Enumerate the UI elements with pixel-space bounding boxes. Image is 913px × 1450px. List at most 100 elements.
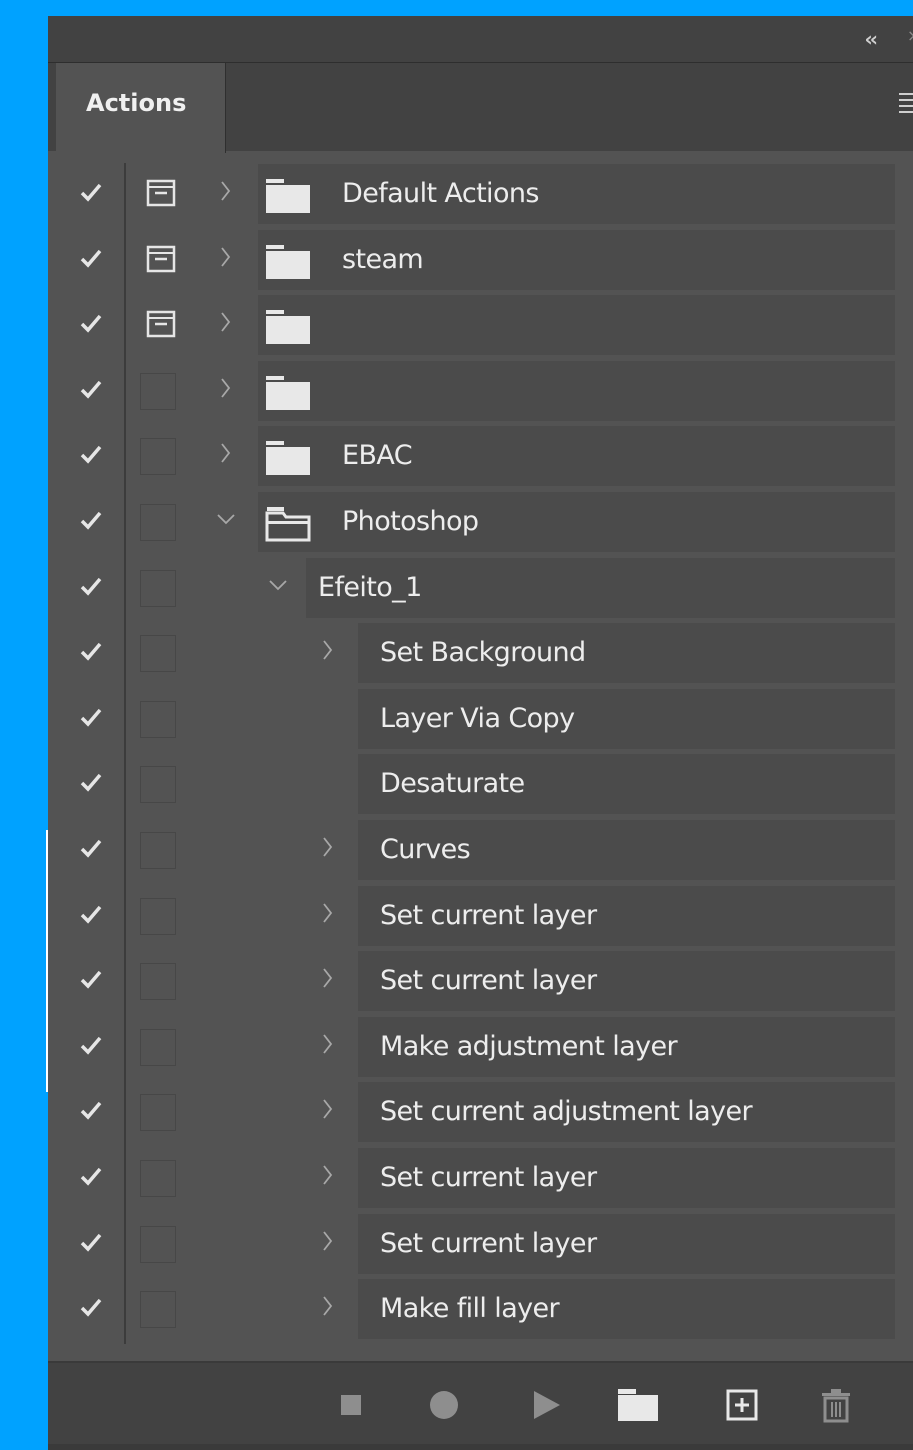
chevron-down-icon[interactable] [268,573,288,597]
toggle-checkmark-icon[interactable] [80,378,102,400]
toggle-checkmark-icon[interactable] [80,1231,102,1253]
chevron-right-icon[interactable] [318,1163,338,1187]
action-set-row[interactable] [48,294,913,360]
delete-icon[interactable] [818,1387,854,1423]
command-row[interactable]: Desaturate [48,753,913,819]
action-set-row[interactable]: Photoshop [48,490,913,557]
close-panel-icon[interactable]: × [907,26,913,50]
command-row[interactable]: Set current layer [48,884,913,951]
chevron-right-icon[interactable] [318,966,338,990]
dialog-toggle-empty[interactable] [140,635,176,673]
action-set-row[interactable]: EBAC [48,425,913,491]
new-set-folder-icon[interactable] [616,1387,660,1423]
dialog-toggle-icon[interactable] [146,178,176,208]
row-label: Set current layer [380,965,597,997]
chevron-right-icon[interactable] [318,901,338,925]
toggle-checkmark-icon[interactable] [80,1034,102,1056]
row-label: Set Background [380,637,586,669]
dialog-toggle-empty[interactable] [140,766,176,804]
row-label: Layer Via Copy [380,702,575,734]
toggle-checkmark-icon[interactable] [80,837,102,859]
command-row[interactable]: Set current layer [48,1146,913,1213]
dialog-toggle-empty[interactable] [140,963,176,1001]
dialog-toggle-column [128,819,188,885]
dialog-toggle-empty[interactable] [140,1225,176,1263]
chevron-right-icon[interactable] [216,441,236,465]
chevron-right-icon[interactable] [216,376,236,400]
dialog-toggle-empty[interactable] [140,897,176,935]
chevron-right-icon[interactable] [216,310,236,334]
toggle-checkmark-icon[interactable] [80,312,102,334]
toggle-column [56,490,126,557]
toggle-checkmark-icon[interactable] [80,181,102,203]
dialog-toggle-column [128,491,188,557]
play-icon[interactable] [528,1387,564,1423]
action-set-row[interactable]: Default Actions [48,163,913,229]
chevron-right-icon[interactable] [216,245,236,269]
collapse-panel-icon[interactable]: ‹‹ [865,27,879,51]
folder-icon [266,375,310,410]
toggle-column [56,425,126,491]
action-set-row[interactable]: steam [48,228,913,295]
chevron-right-icon[interactable] [318,835,338,859]
row-label: EBAC [342,440,413,472]
toggle-checkmark-icon[interactable] [80,443,102,465]
dialog-toggle-icon[interactable] [146,309,176,339]
tab-actions[interactable]: Actions [56,63,226,153]
toggle-checkmark-icon[interactable] [80,247,102,269]
command-row[interactable]: Set Background [48,622,913,688]
command-row[interactable]: Make adjustment layer [48,1015,913,1082]
chevron-right-icon[interactable] [318,1294,338,1318]
command-row[interactable]: Layer Via Copy [48,687,913,754]
dialog-toggle-empty[interactable] [140,700,176,738]
panel-menu-icon[interactable] [899,93,913,115]
command-row[interactable]: Curves [48,818,913,885]
toggle-checkmark-icon[interactable] [80,509,102,531]
record-icon[interactable] [426,1387,462,1423]
chevron-right-icon[interactable] [216,179,236,203]
command-row[interactable]: Set current layer [48,950,913,1016]
action-row[interactable]: Efeito_1 [48,556,913,623]
toggle-column [56,228,126,295]
toggle-checkmark-icon[interactable] [80,1099,102,1121]
dialog-toggle-empty[interactable] [140,831,176,869]
dialog-toggle-empty[interactable] [140,1094,176,1132]
dialog-toggle-empty[interactable] [140,503,176,541]
command-row[interactable]: Set current adjustment layer [48,1081,913,1147]
dialog-toggle-empty[interactable] [140,1028,176,1066]
folder-icon [266,244,310,279]
toggle-checkmark-icon[interactable] [80,706,102,728]
chevron-right-icon[interactable] [318,1229,338,1253]
toggle-checkmark-icon[interactable] [80,575,102,597]
dialog-toggle-empty[interactable] [140,1291,176,1329]
stop-icon[interactable] [333,1387,369,1423]
tab-bar: Actions [48,63,913,153]
action-set-row[interactable] [48,359,913,426]
toggle-checkmark-icon[interactable] [80,1165,102,1187]
chevron-right-icon[interactable] [318,1032,338,1056]
chevron-right-icon[interactable] [318,638,338,662]
dialog-toggle-column [128,622,188,688]
dialog-toggle-empty[interactable] [140,1159,176,1197]
toggle-checkmark-icon[interactable] [80,640,102,662]
toggle-checkmark-icon[interactable] [80,771,102,793]
chevron-right-icon[interactable] [318,1097,338,1121]
new-action-icon[interactable] [724,1387,760,1423]
dialog-toggle-column [128,557,188,623]
dialog-toggle-empty[interactable] [140,569,176,607]
command-row[interactable]: Make fill layer [48,1278,913,1344]
scrollbar[interactable] [897,163,913,1358]
dialog-toggle-icon[interactable] [146,244,176,274]
dialog-toggle-empty[interactable] [140,372,176,410]
toggle-checkmark-icon[interactable] [80,968,102,990]
toggle-checkmark-icon[interactable] [80,903,102,925]
toggle-checkmark-icon[interactable] [80,1296,102,1318]
dialog-toggle-column [128,1278,188,1344]
command-row[interactable]: Set current layer [48,1212,913,1279]
chevron-down-icon[interactable] [216,507,236,531]
panel-bottom-edge [48,1444,913,1450]
folder-icon [266,441,310,476]
row-label: Set current layer [380,1161,597,1193]
toggle-column [56,1081,126,1147]
dialog-toggle-empty[interactable] [140,438,176,476]
